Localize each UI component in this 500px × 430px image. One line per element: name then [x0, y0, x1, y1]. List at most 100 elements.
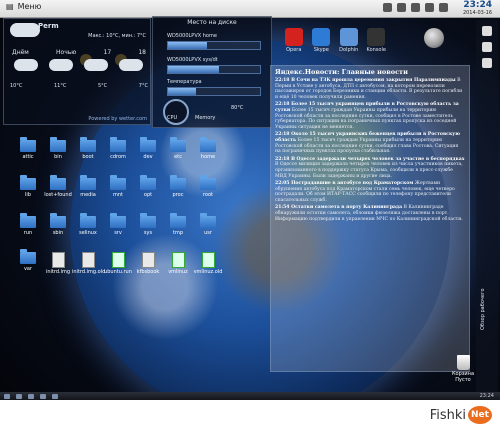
- desktop-item-attic[interactable]: attic: [12, 137, 44, 160]
- quick-launch: Opera Skype Dolphin Konsole: [280, 28, 390, 58]
- weather-minmax: Макс.: 10°C, мин.: 7°C: [88, 33, 146, 39]
- desktop-item-run[interactable]: run: [12, 213, 44, 236]
- launcher-konsole[interactable]: Konsole: [365, 28, 387, 58]
- cpu-gauge: [163, 99, 189, 125]
- folder-icon: [110, 175, 126, 190]
- opera-icon: [284, 28, 303, 46]
- desktop-item-vmlinuz[interactable]: vmlinuz: [162, 252, 194, 275]
- desktop-item-mnt[interactable]: mnt: [102, 175, 134, 198]
- panel-icon[interactable]: [482, 42, 492, 52]
- weather-day-label: 18: [138, 49, 146, 56]
- desktop-item-selinux[interactable]: selinux: [72, 213, 104, 236]
- folder-icon: [140, 213, 156, 228]
- desktop-item-sbin[interactable]: sbin: [42, 213, 74, 236]
- desktop-item-label: lost+found: [44, 192, 72, 198]
- desktop-item-dev[interactable]: dev: [132, 137, 164, 160]
- news-item[interactable]: 22:18 Более 15 тысяч украинцев прибыли в…: [275, 102, 465, 130]
- launcher-dolphin[interactable]: Dolphin: [338, 28, 360, 58]
- folder-icon: [20, 213, 36, 228]
- settings-icon[interactable]: [439, 3, 448, 12]
- overview-label[interactable]: Обзор рабочего: [480, 288, 486, 330]
- taskbar-app-icon[interactable]: [28, 393, 34, 399]
- desktop-item-root[interactable]: root: [192, 175, 224, 198]
- desktop-item-lost-found[interactable]: lost+found: [42, 175, 74, 198]
- gauge-label: CPU: [167, 115, 178, 121]
- news-headline[interactable]: 22:18 В Одессе задержали четырех человек…: [275, 157, 465, 162]
- news-body: 22:18 В Сочи на ТЗК прошла церемония зак…: [271, 78, 469, 222]
- desktop-item-ubuntu-run[interactable]: ubuntu.run: [102, 252, 134, 275]
- desktop-item-tmp[interactable]: tmp: [162, 213, 194, 236]
- desktop-item-label: initrd.img.old: [72, 269, 106, 275]
- folder-icon: [20, 249, 36, 264]
- taskbar-app-icon[interactable]: [4, 393, 10, 399]
- desktop-item-opt[interactable]: opt: [132, 175, 164, 198]
- desktop-item-sys[interactable]: sys: [132, 213, 164, 236]
- desktop-item-vmlinuz-old[interactable]: vmlinuz.old: [192, 252, 224, 275]
- folder-icon: [140, 137, 156, 152]
- desktop-item-var[interactable]: var: [12, 249, 44, 272]
- trash-icon[interactable]: Корзина Пусто: [447, 355, 479, 383]
- desktop-item-etc[interactable]: etc: [162, 137, 194, 160]
- launcher-label: Konsole: [366, 47, 386, 53]
- news-item[interactable]: 22:05 Пострадавшие в автобусе под Крамат…: [275, 181, 465, 203]
- desktop-item-label: sys: [143, 230, 153, 236]
- folder-icon: [80, 175, 96, 190]
- desktop-item-cdrom[interactable]: cdrom: [102, 137, 134, 160]
- panel-icon[interactable]: [482, 58, 492, 68]
- weather-footer-link[interactable]: Powered by wetter.com: [88, 116, 147, 122]
- desktop-item-label: run: [23, 230, 33, 236]
- disk-usage-bar: [167, 65, 261, 74]
- weather-temp: 5°C: [97, 83, 108, 89]
- desktop-item-kfbsbook[interactable]: kfbsbook: [132, 252, 164, 275]
- launcher-label: Opera: [286, 47, 302, 53]
- gauges: CPU Memory 80°C: [161, 95, 265, 125]
- launcher-opera[interactable]: Opera: [283, 28, 305, 58]
- desktop-item-initrd-img-old[interactable]: initrd.img.old: [72, 252, 106, 275]
- volume-icon[interactable]: [397, 3, 406, 12]
- taskbar-app-icon[interactable]: [16, 393, 22, 399]
- news-item[interactable]: 22:18 В Одессе задержали четырех человек…: [275, 157, 465, 179]
- app-menu-button[interactable]: ▤ Меню: [6, 2, 41, 11]
- clock[interactable]: 23:24 2014-03-16: [463, 1, 492, 17]
- news-widget[interactable]: Яндекс.Новости: Главные новости 22:18 В …: [270, 65, 470, 372]
- disk-usage-widget[interactable]: Место на диске WD5000LPVX home WD5000LPV…: [152, 16, 272, 128]
- news-item[interactable]: 22:18 В Сочи на ТЗК прошла церемония зак…: [275, 78, 465, 100]
- desktop-item-boot[interactable]: boot: [72, 137, 104, 160]
- disk-usage-fill: [168, 88, 196, 95]
- file-icon: [111, 252, 125, 268]
- file-icon: [201, 252, 215, 268]
- logo-brand: Fishki: [429, 407, 466, 423]
- system-tray: [383, 3, 448, 12]
- desktop-item-usr[interactable]: usr: [192, 213, 224, 236]
- panel-icon[interactable]: [482, 26, 492, 36]
- news-headline[interactable]: 22:18 В Сочи на ТЗК прошла церемония зак…: [275, 78, 456, 83]
- news-headline[interactable]: 21:54 Остатки самолета в порту Калинингр…: [275, 205, 402, 210]
- moon-image: [424, 28, 444, 48]
- clock-time: 23:24: [463, 0, 492, 10]
- network-icon[interactable]: [383, 3, 392, 12]
- taskbar-app-icon[interactable]: [52, 393, 58, 399]
- news-item[interactable]: 22:18 Около 15 тысяч украинских беженцев…: [275, 132, 465, 154]
- weather-day-label: Ночью: [56, 49, 77, 56]
- taskbar-app-icon[interactable]: [40, 393, 46, 399]
- desktop-item-proc[interactable]: proc: [162, 175, 194, 198]
- weather-widget[interactable]: Perm Макс.: 10°C, мин.: 7°C Днём Ночью 1…: [3, 18, 151, 125]
- desktop-item-initrd-img[interactable]: initrd.img: [42, 252, 74, 275]
- folder-icon: [170, 137, 186, 152]
- desktop-item-media[interactable]: media: [72, 175, 104, 198]
- desktop-item-bin[interactable]: bin: [42, 137, 74, 160]
- file-icon: [171, 252, 185, 268]
- weather-city: Perm: [38, 22, 59, 30]
- desktop-item-lib[interactable]: lib: [12, 175, 44, 198]
- desktop-item-label: vmlinuz: [168, 269, 188, 275]
- launcher-skype[interactable]: Skype: [310, 28, 332, 58]
- desktop-item-home[interactable]: home: [192, 137, 224, 160]
- desktop-item-srv[interactable]: srv: [102, 213, 134, 236]
- news-item[interactable]: 21:54 Остатки самолета в порту Калинингр…: [275, 205, 465, 222]
- disk-item-label: WD5000LPVX home: [167, 33, 217, 39]
- news-headline[interactable]: 22:05 Пострадавшие в автобусе под Крамат…: [275, 181, 413, 186]
- battery-icon[interactable]: [411, 3, 420, 12]
- watermark-footer: Fishki Net: [0, 400, 500, 430]
- notifications-icon[interactable]: [425, 3, 434, 12]
- taskbar-clock[interactable]: 23:24: [480, 393, 494, 399]
